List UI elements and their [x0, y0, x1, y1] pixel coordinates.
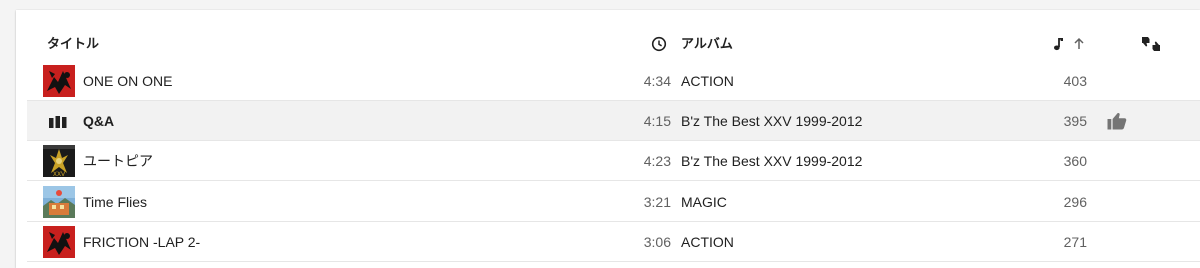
arrow-up-icon[interactable] [1072, 36, 1086, 52]
track-play-count: 395 [1063, 113, 1087, 129]
track-duration: 4:34 [643, 73, 671, 89]
thumbs-up-down-icon[interactable] [1141, 35, 1161, 53]
album-art-best-xxv[interactable]: XXV [43, 145, 75, 177]
track-album[interactable]: ACTION [681, 234, 734, 250]
album-art-action[interactable] [43, 65, 75, 97]
track-title: ONE ON ONE [83, 73, 173, 89]
track-album[interactable]: ACTION [681, 73, 734, 89]
track-album[interactable]: MAGIC [681, 194, 727, 210]
track-title: ユートピア [83, 153, 153, 169]
track-list-card: タイトル アルバム ONE ON ONE 4:34 ACTION 403 Q&A… [16, 10, 1200, 268]
track-duration: 3:06 [643, 234, 671, 250]
track-album[interactable]: B'z The Best XXV 1999-2012 [681, 113, 862, 129]
track-row[interactable]: Time Flies 3:21 MAGIC 296 [27, 182, 1200, 222]
track-row[interactable]: ONE ON ONE 4:34 ACTION 403 [27, 61, 1200, 101]
album-art-action[interactable] [43, 226, 75, 258]
music-note-icon[interactable] [1052, 36, 1066, 52]
title-column-header[interactable]: タイトル [47, 36, 99, 52]
track-play-count: 296 [1063, 194, 1087, 210]
track-duration: 4:15 [643, 113, 671, 129]
track-duration: 4:23 [643, 153, 671, 169]
track-row[interactable]: XXV ユートピア 4:23 B'z The Best XXV 1999-201… [27, 141, 1200, 181]
album-column-header[interactable]: アルバム [681, 36, 733, 52]
clock-icon[interactable] [651, 36, 667, 52]
track-play-count: 403 [1063, 73, 1087, 89]
svg-text:XXV: XXV [53, 171, 66, 177]
track-title: Q&A [83, 113, 115, 129]
track-row[interactable]: Q&A 4:15 B'z The Best XXV 1999-2012 395 [27, 101, 1200, 141]
now-playing-equalizer-icon[interactable] [49, 116, 67, 128]
track-title: FRICTION -LAP 2- [83, 234, 201, 250]
track-play-count: 360 [1063, 153, 1087, 169]
album-art-magic[interactable] [43, 186, 75, 218]
track-title: Time Flies [83, 194, 148, 210]
thumbs-up-icon[interactable] [1107, 112, 1127, 130]
track-row[interactable]: FRICTION -LAP 2- 3:06 ACTION 271 [27, 222, 1200, 262]
track-album[interactable]: B'z The Best XXV 1999-2012 [681, 153, 862, 169]
track-play-count: 271 [1063, 234, 1087, 250]
track-duration: 3:21 [643, 194, 671, 210]
